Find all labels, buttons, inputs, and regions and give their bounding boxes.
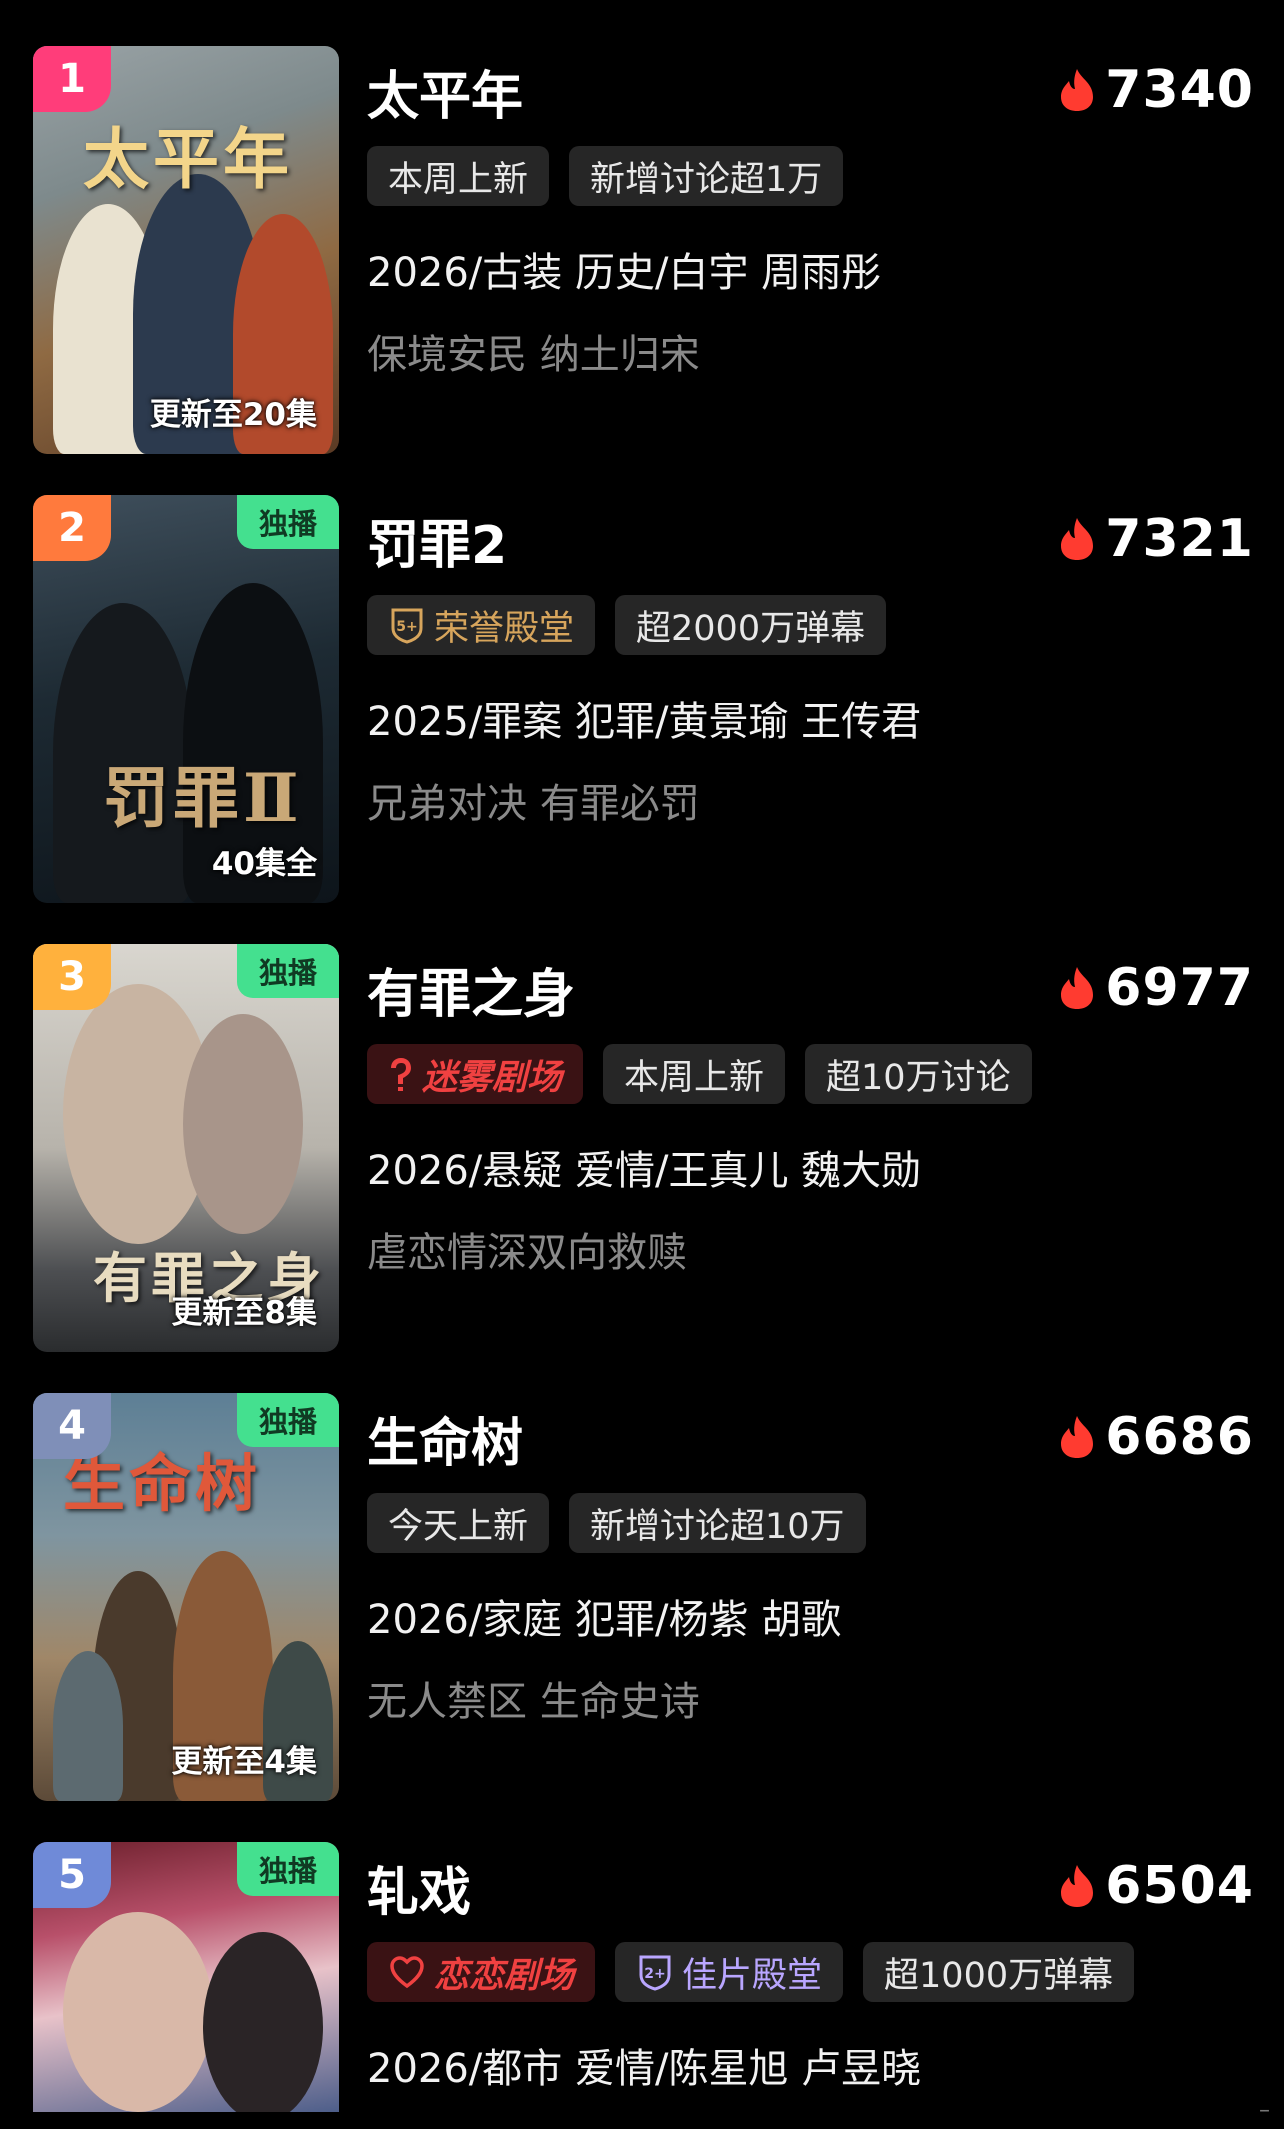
poster-image[interactable]: 生命树 4 独播 更新至4集	[33, 1393, 339, 1801]
tag-label: 佳片殿堂	[682, 1955, 823, 1996]
poster-image[interactable]: 罚罪Ⅱ 2 独播 40集全	[33, 495, 339, 903]
poster-figure	[203, 1932, 323, 2112]
heat-value: 7340	[1105, 60, 1254, 120]
poster-title-art: 罚罪Ⅱ	[103, 759, 303, 837]
corner-mark: –	[1259, 2098, 1270, 2123]
description: 无人禁区 生命史诗	[367, 1679, 700, 1725]
poster-figure	[183, 1014, 303, 1234]
episode-status: 40集全	[211, 846, 317, 882]
drama-title[interactable]: 太平年	[367, 54, 523, 129]
ranking-item-1[interactable]: 太平年 1 更新至20集 太平年 7340 本周上新 新增讨论超1万 2026/…	[0, 46, 1284, 456]
mist-theater-tag[interactable]: 迷雾剧场	[367, 1044, 584, 1104]
episode-status: 更新至8集	[171, 1295, 317, 1331]
meta-line: 2026/家庭 犯罪/杨紫 胡歌	[367, 1597, 842, 1643]
episode-status: 更新至20集	[149, 397, 317, 433]
tag-chip[interactable]: 新增讨论超1万	[569, 146, 844, 206]
poster-figure	[63, 1912, 213, 2112]
tag-label: 恋恋剧场	[434, 1955, 575, 1996]
heat-score: 6504	[1057, 1856, 1254, 1916]
ranking-item-2[interactable]: 罚罪Ⅱ 2 独播 40集全 罚罪2 7321 5+ 荣誉殿堂 超2000万弹幕 …	[0, 495, 1284, 905]
rank-badge: 3	[33, 944, 111, 1010]
tag-chip[interactable]: 超1000万弹幕	[863, 1942, 1135, 2002]
description: 兄弟对决 有罪必罚	[367, 781, 700, 827]
flame-icon	[1061, 1416, 1094, 1458]
rank-badge: 5	[33, 1842, 111, 1908]
flame-icon	[1061, 1865, 1094, 1907]
heat-score: 7340	[1057, 60, 1254, 120]
poster-title-art: 太平年	[83, 120, 293, 198]
ranking-item-3[interactable]: 有罪之身 3 独播 更新至8集 有罪之身 6977 迷雾剧场 本周上新 超10万…	[0, 944, 1284, 1354]
heat-score: 6686	[1057, 1407, 1254, 1467]
badge-level: 2+	[644, 1966, 665, 1982]
poster-image[interactable]: 有罪之身 3 独播 更新至8集	[33, 944, 339, 1352]
drama-ranking-list: 太平年 1 更新至20集 太平年 7340 本周上新 新增讨论超1万 2026/…	[0, 0, 1284, 2129]
meta-line: 2026/古装 历史/白宇 周雨彤	[367, 250, 882, 296]
drama-title[interactable]: 轧戏	[367, 1850, 471, 1925]
tag-chip[interactable]: 新增讨论超10万	[569, 1493, 866, 1553]
ranking-item-5[interactable]: 5 独播 轧戏 6504 恋恋剧场 2+ 佳片殿堂 超1000万弹幕 2026/…	[0, 1842, 1284, 2112]
description: 虐恋情深双向救赎	[367, 1230, 687, 1276]
tag-row: 今天上新 新增讨论超10万	[367, 1493, 866, 1553]
rank-badge: 1	[33, 46, 111, 112]
heat-score: 7321	[1057, 509, 1254, 569]
tag-label: 荣誉殿堂	[434, 608, 575, 649]
fine-film-hall-badge-icon: 2+	[639, 1955, 671, 1991]
heat-score: 6977	[1057, 958, 1254, 1018]
exclusive-badge: 独播	[237, 944, 339, 998]
exclusive-badge: 独播	[237, 1842, 339, 1896]
drama-title[interactable]: 生命树	[367, 1401, 523, 1476]
heat-value: 7321	[1105, 509, 1254, 569]
description: 保境安民 纳土归宋	[367, 332, 700, 378]
romance-theater-logo-icon	[390, 1956, 424, 1989]
tag-row: 5+ 荣誉殿堂 超2000万弹幕	[367, 595, 887, 655]
flame-icon	[1061, 518, 1094, 560]
tag-chip[interactable]: 本周上新	[603, 1044, 786, 1104]
exclusive-badge: 独播	[237, 1393, 339, 1447]
meta-line: 2026/都市 爱情/陈星旭 卢昱晓	[367, 2046, 922, 2092]
poster-image[interactable]: 太平年 1 更新至20集	[33, 46, 339, 454]
rank-badge: 2	[33, 495, 111, 561]
ranking-item-4[interactable]: 生命树 4 独播 更新至4集 生命树 6686 今天上新 新增讨论超10万 20…	[0, 1393, 1284, 1803]
tag-chip[interactable]: 本周上新	[367, 146, 550, 206]
drama-title[interactable]: 有罪之身	[367, 952, 575, 1027]
heat-value: 6686	[1105, 1407, 1254, 1467]
exclusive-badge: 独播	[237, 495, 339, 549]
episode-status: 更新至4集	[171, 1744, 317, 1780]
meta-line: 2026/悬疑 爱情/王真儿 魏大勋	[367, 1148, 922, 1194]
fine-film-hall-tag[interactable]: 2+ 佳片殿堂	[615, 1942, 844, 2002]
drama-title[interactable]: 罚罪2	[367, 503, 507, 578]
heat-value: 6977	[1105, 958, 1254, 1018]
tag-chip[interactable]: 超2000万弹幕	[615, 595, 887, 655]
tag-row: 恋恋剧场 2+ 佳片殿堂 超1000万弹幕	[367, 1942, 1135, 2002]
heat-value: 6504	[1105, 1856, 1254, 1916]
poster-figure	[53, 1651, 123, 1801]
honor-hall-tag[interactable]: 5+ 荣誉殿堂	[367, 595, 596, 655]
meta-line: 2025/罪案 犯罪/黄景瑜 王传君	[367, 699, 922, 745]
tag-chip[interactable]: 超10万讨论	[805, 1044, 1032, 1104]
tag-row: 迷雾剧场 本周上新 超10万讨论	[367, 1044, 1032, 1104]
honor-hall-badge-icon: 5+	[391, 608, 423, 644]
flame-icon	[1061, 967, 1094, 1009]
tag-chip[interactable]: 今天上新	[367, 1493, 550, 1553]
flame-icon	[1061, 69, 1094, 111]
romance-theater-tag[interactable]: 恋恋剧场	[367, 1942, 596, 2002]
poster-image[interactable]: 5 独播	[33, 1842, 339, 2112]
badge-level: 5+	[396, 619, 417, 635]
tag-label: 迷雾剧场	[422, 1057, 563, 1098]
tag-row: 本周上新 新增讨论超1万	[367, 146, 844, 206]
rank-badge: 4	[33, 1393, 111, 1459]
mist-theater-logo-icon	[391, 1058, 411, 1091]
